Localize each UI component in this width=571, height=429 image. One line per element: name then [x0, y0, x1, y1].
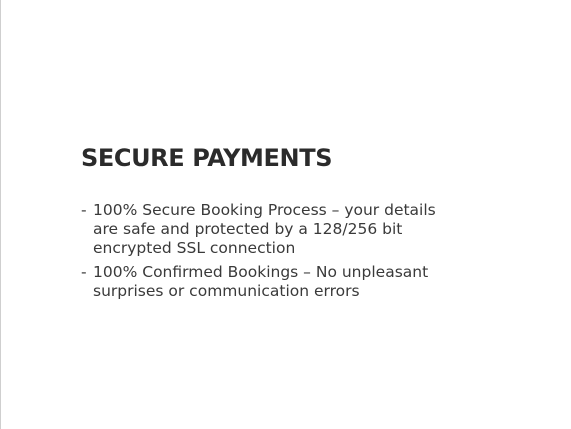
feature-text: 100% Confirmed Bookings – No unpleasant … [93, 263, 429, 300]
left-divider [0, 0, 1, 429]
bullet-dash: - [81, 201, 87, 219]
section-title: SECURE PAYMENTS [81, 144, 333, 172]
feature-item-confirmed-bookings: - 100% Confirmed Bookings – No unpleasan… [81, 263, 461, 301]
features-list: - 100% Secure Booking Process – your det… [81, 201, 461, 301]
bullet-dash: - [81, 263, 87, 281]
secure-payments-panel: SECURE PAYMENTS - 100% Secure Booking Pr… [81, 143, 481, 306]
feature-text: 100% Secure Booking Process – your detai… [93, 201, 436, 257]
feature-item-secure-booking: - 100% Secure Booking Process – your det… [81, 201, 461, 258]
